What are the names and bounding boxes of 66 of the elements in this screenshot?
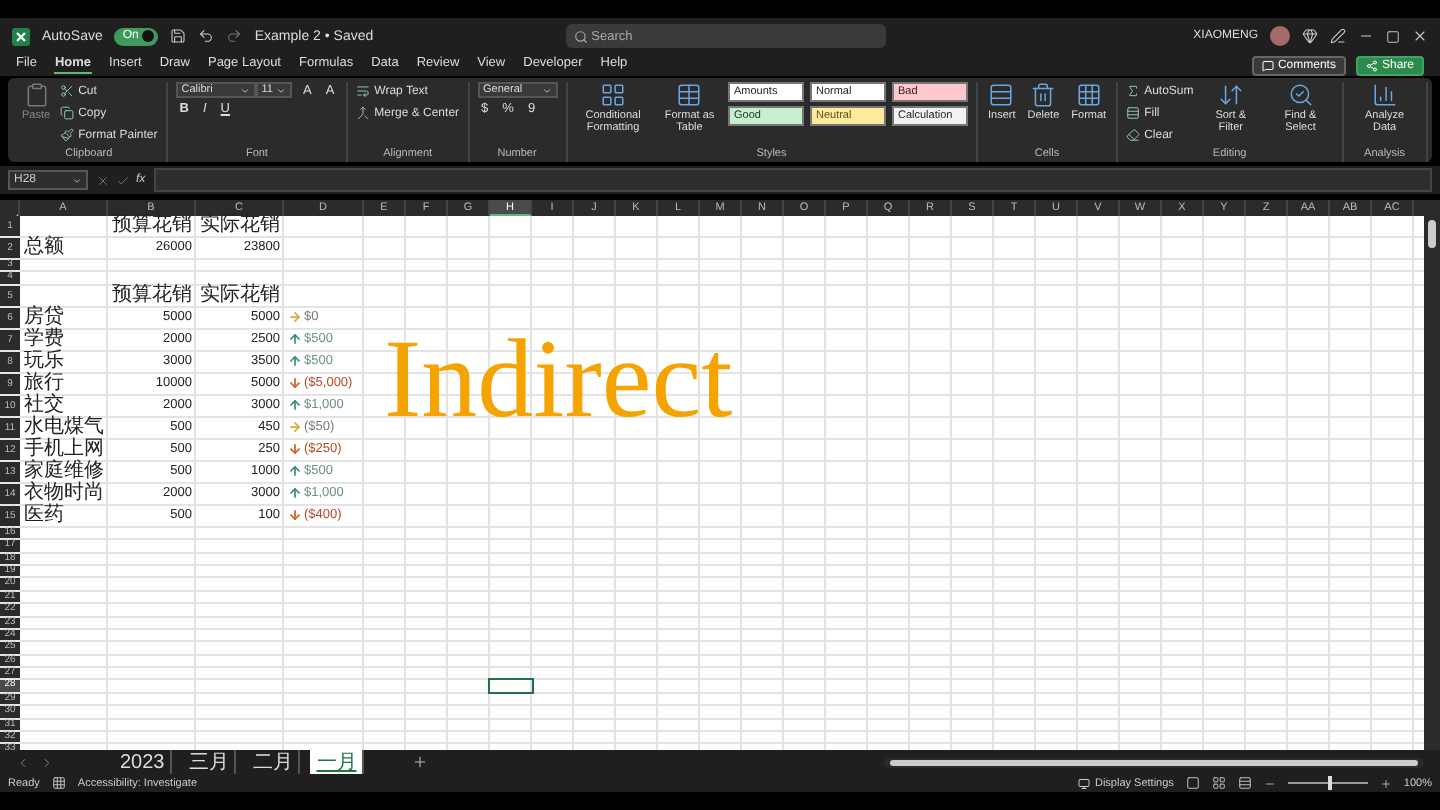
grid-icon [1075,82,1102,108]
table-cell: 社交 [24,395,64,416]
table-cell: 医药 [24,505,64,526]
rows-icon [988,82,1015,108]
save-icon [170,28,187,44]
zoom-thumb[interactable] [1327,776,1332,790]
wrap-text-icon [356,84,371,98]
dropdown-caret-icon [541,85,552,95]
sigma-icon [1126,84,1141,98]
restore-icon [1386,29,1400,43]
table-cell: 预算花销 [112,285,192,306]
sort-icon [1217,82,1244,108]
cancel-icon [96,173,110,187]
table-cell: 总额 [24,238,64,258]
search-icon [573,29,588,43]
app-logo-icon [12,27,30,45]
table-cell: 手机上网 [24,439,104,460]
horizontal-scrollbar[interactable] [884,757,1424,767]
sheet-tab[interactable]: 一月 [310,750,365,774]
search-icon [1287,82,1314,108]
table-cell: 实际花销 [200,216,280,236]
close-icon [1412,28,1428,44]
comment-icon [1261,59,1274,71]
eraser-icon [1126,128,1141,142]
dropdown-caret-icon [276,85,287,95]
scissors-icon [60,84,75,98]
monitor-icon [1078,777,1091,789]
table-cell: 预算花销 [112,216,192,236]
avatar [1270,26,1290,46]
pen-icon [1330,28,1346,44]
normal-view-icon [1185,776,1200,790]
page-layout-icon [1211,776,1226,790]
trash-icon [1030,82,1057,108]
table-cell: 玩乐 [24,351,64,372]
merge-icon [356,106,371,120]
copy-icon [60,106,75,120]
zoom-out-icon [1263,777,1276,789]
next-sheet-icon [40,755,54,769]
previous-sheet-icon [16,755,30,769]
page-break-icon [1237,776,1252,790]
clipboard-icon [23,82,50,108]
bar-chart-icon [1371,82,1398,108]
check-icon [116,173,130,187]
grid-icon [600,82,627,108]
dropdown-caret-icon [72,175,82,185]
redo-icon [226,28,243,44]
table-cell: 旅行 [24,373,64,394]
undo-icon [198,28,215,44]
table-cell: 衣物时尚 [24,483,104,504]
formula-input[interactable] [153,168,1432,192]
vertical-scrollbar[interactable] [1424,200,1440,750]
table-cell: 家庭维修 [24,461,104,482]
dropdown-caret-icon [239,85,250,95]
zoom-in-icon [1379,777,1392,789]
share-icon [1365,59,1378,71]
table-icon [676,82,703,108]
add-sheet-icon [412,754,429,770]
sheet-icon [51,776,66,790]
diamond-icon [1302,28,1318,44]
rows-icon [1126,106,1141,120]
paintbrush-icon [60,128,75,142]
table-cell: 水电煤气 [24,417,104,438]
table-cell: 实际花销 [200,285,280,306]
table-cell: 房贷 [24,307,64,328]
table-cell: 学费 [24,329,64,350]
overlay-caption: Indirect [384,324,733,436]
